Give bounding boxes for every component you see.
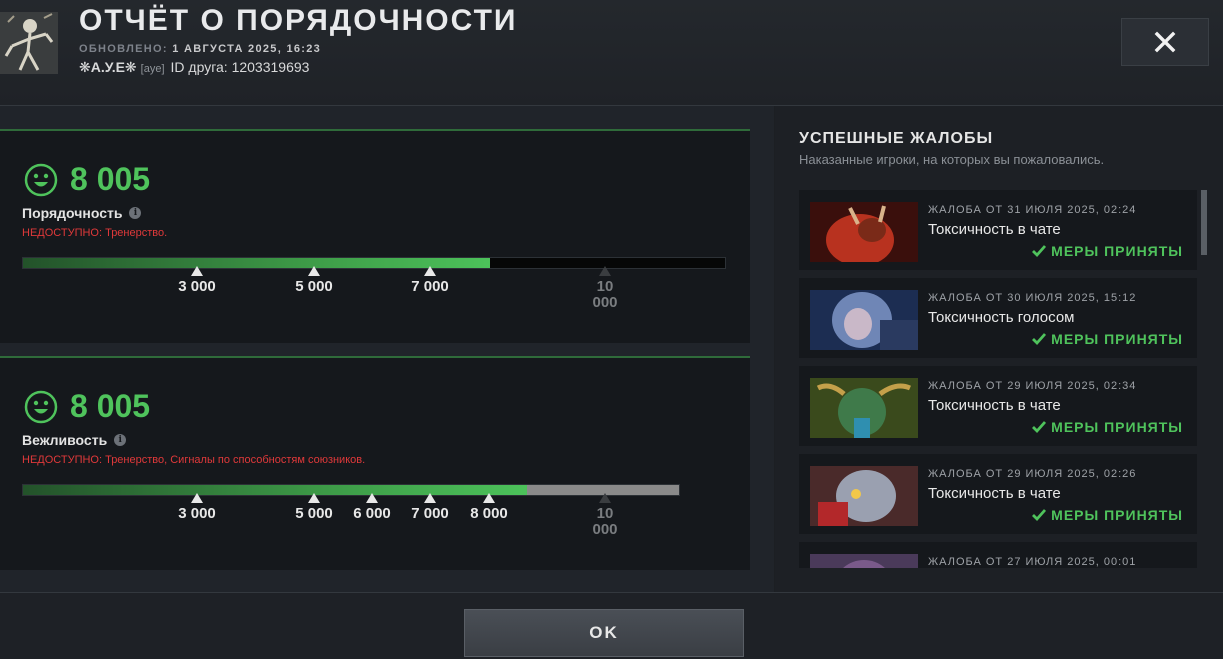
report-item[interactable]: ЖАЛОБА ОТ 31 ИЮЛЯ 2025, 02:24 Токсичност… — [799, 190, 1197, 270]
report-status: МЕРЫ ПРИНЯТЫ — [1031, 243, 1183, 259]
reports-scrollbar[interactable] — [1201, 190, 1207, 568]
report-status-label: МЕРЫ ПРИНЯТЫ — [1051, 243, 1183, 259]
report-type: Токсичность в чате — [928, 221, 1061, 238]
checkmark-icon — [1032, 333, 1047, 346]
reports-subtitle: Наказанные игроки, на которых вы пожалов… — [799, 152, 1105, 167]
smiley-icon — [24, 390, 58, 423]
behavior-unavailable: НЕДОСТУПНО: Тренерство. — [22, 227, 168, 239]
behavior-panel: 8 005 Порядочность i НЕДОСТУПНО: Тренерс… — [0, 129, 750, 343]
milestone-triangle — [599, 493, 611, 503]
report-status: МЕРЫ ПРИНЯТЫ — [1031, 331, 1183, 347]
close-button[interactable] — [1121, 18, 1209, 66]
communication-panel: 8 005 Вежливость i НЕДОСТУПНО: Тренерств… — [0, 356, 750, 570]
scrollbar-thumb[interactable] — [1201, 190, 1207, 255]
milestone-triangle — [308, 266, 320, 276]
close-icon — [1154, 31, 1176, 53]
milestone-triangle — [191, 266, 203, 276]
report-date: ЖАЛОБА ОТ 31 ИЮЛЯ 2025, 02:24 — [928, 204, 1137, 216]
milestone-label: 10 000 — [592, 505, 618, 538]
milestone-triangle — [599, 266, 611, 276]
reports-list[interactable]: ЖАЛОБА ОТ 31 ИЮЛЯ 2025, 02:24 Токсичност… — [799, 190, 1211, 568]
behavior-progress-bar — [22, 257, 726, 269]
report-item[interactable]: ЖАЛОБА ОТ 29 ИЮЛЯ 2025, 02:34 Токсичност… — [799, 366, 1197, 446]
checkmark-icon — [1032, 509, 1047, 522]
behavior-title: Порядочность i — [22, 205, 142, 221]
user-name: ❋А.У.Е❋ — [79, 59, 137, 75]
communication-title: Вежливость i — [22, 432, 127, 448]
milestone-label: 3 000 — [178, 278, 216, 295]
report-type: Токсичность в чате — [928, 485, 1061, 502]
report-status: МЕРЫ ПРИНЯТЫ — [1031, 419, 1183, 435]
report-status-label: МЕРЫ ПРИНЯТЫ — [1051, 419, 1183, 435]
milestone-label: 8 000 — [470, 505, 508, 522]
hero-thumbnail — [810, 378, 918, 438]
communication-progress-bar — [22, 484, 680, 496]
report-type: Токсичность в чате — [928, 397, 1061, 414]
milestone-label: 10 000 — [592, 278, 618, 311]
report-date: ЖАЛОБА ОТ 30 ИЮЛЯ 2025, 15:12 — [928, 292, 1137, 304]
ok-button[interactable]: OK — [464, 609, 744, 657]
communication-label: Вежливость — [22, 432, 108, 448]
page-title: ОТЧЁТ О ПОРЯДОЧНОСТИ — [79, 4, 518, 37]
hero-thumbnail — [810, 202, 918, 262]
report-status-label: МЕРЫ ПРИНЯТЫ — [1051, 331, 1183, 347]
hero-thumbnail — [810, 290, 918, 350]
report-item[interactable]: ЖАЛОБА ОТ 27 ИЮЛЯ 2025, 00:01 — [799, 542, 1197, 568]
reports-title: УСПЕШНЫЕ ЖАЛОБЫ — [799, 130, 994, 147]
hero-thumbnail — [810, 466, 918, 526]
updated-timestamp: ОБНОВЛЕНО: 1 АВГУСТА 2025, 16:23 — [79, 43, 321, 55]
report-item[interactable]: ЖАЛОБА ОТ 29 ИЮЛЯ 2025, 02:26 Токсичност… — [799, 454, 1197, 534]
report-item[interactable]: ЖАЛОБА ОТ 30 ИЮЛЯ 2025, 15:12 Токсичност… — [799, 278, 1197, 358]
milestone-triangle — [308, 493, 320, 503]
milestone-label: 5 000 — [295, 278, 333, 295]
report-status: МЕРЫ ПРИНЯТЫ — [1031, 507, 1183, 523]
behavior-label: Порядочность — [22, 205, 123, 221]
smiley-icon — [24, 163, 58, 196]
friend-id: ID друга: 1203319693 — [170, 59, 310, 75]
info-icon[interactable]: i — [114, 434, 127, 446]
info-icon[interactable]: i — [129, 207, 142, 219]
updated-value: 1 АВГУСТА 2025, 16:23 — [172, 43, 322, 55]
report-type: Токсичность голосом — [928, 309, 1075, 326]
communication-progress-fill — [23, 485, 527, 495]
communication-unavailable: НЕДОСТУПНО: Тренерство, Сигналы по спосо… — [22, 454, 366, 466]
milestone-triangle — [191, 493, 203, 503]
report-date: ЖАЛОБА ОТ 27 ИЮЛЯ 2025, 00:01 — [928, 556, 1137, 568]
checkmark-icon — [1032, 245, 1047, 258]
user-info: ❋А.У.Е❋ [aye] ID друга: 1203319693 — [79, 59, 309, 76]
checkmark-icon — [1032, 421, 1047, 434]
milestone-triangle — [366, 493, 378, 503]
milestone-label: 3 000 — [178, 505, 216, 522]
report-header: ОТЧЁТ О ПОРЯДОЧНОСТИ ОБНОВЛЕНО: 1 АВГУСТ… — [0, 0, 1223, 106]
behavior-score-row: 8 005 — [24, 161, 150, 198]
behavior-score: 8 005 — [70, 161, 151, 197]
report-status-label: МЕРЫ ПРИНЯТЫ — [1051, 507, 1183, 523]
behavior-progress-fill — [23, 258, 490, 268]
user-tag: [aye] — [140, 63, 165, 75]
report-date: ЖАЛОБА ОТ 29 ИЮЛЯ 2025, 02:34 — [928, 380, 1137, 392]
hero-thumbnail — [810, 554, 918, 568]
milestone-triangle — [424, 493, 436, 503]
report-date: ЖАЛОБА ОТ 29 ИЮЛЯ 2025, 02:26 — [928, 468, 1137, 480]
milestone-triangle — [424, 266, 436, 276]
communication-score: 8 005 — [70, 388, 151, 424]
updated-label: ОБНОВЛЕНО: — [79, 43, 168, 55]
milestone-triangle — [483, 493, 495, 503]
communication-score-row: 8 005 — [24, 388, 150, 425]
avatar — [0, 12, 58, 74]
milestone-label: 7 000 — [411, 278, 449, 295]
